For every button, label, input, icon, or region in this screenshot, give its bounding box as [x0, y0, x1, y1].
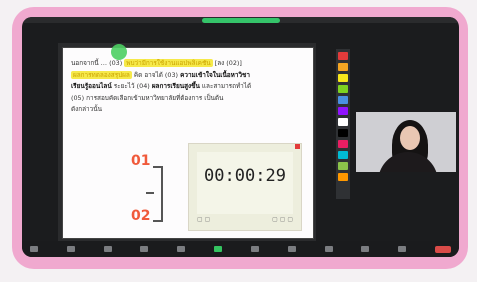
top-strip: [22, 17, 459, 23]
security-button[interactable]: [103, 246, 112, 252]
bracket-tick: [146, 192, 154, 194]
palette-swatch[interactable]: [338, 85, 348, 93]
palette-swatch[interactable]: [338, 129, 348, 137]
timer-display: 00:00:29: [197, 152, 293, 214]
palette-swatch[interactable]: [338, 96, 348, 104]
slide-line-1-end: [ลง (02)]: [214, 59, 242, 67]
slide-line-2: คิด อาจได้ (03): [133, 70, 179, 79]
highlight-1: พบว่ามีการใช้งานแอปพลิเคชัน: [124, 59, 213, 67]
mute-button[interactable]: [30, 246, 38, 252]
slide-line-3-bold: เรียนรู้ออนไลน์: [71, 82, 112, 90]
timer-widget[interactable]: 00:00:29 ▢ ▢ ▢ ▢ ▢: [188, 143, 302, 231]
timer-control-left-icon[interactable]: ▢ ▢: [197, 216, 210, 226]
palette-swatch[interactable]: [338, 74, 348, 82]
slide-line-3-end: และสามารถทำได้: [201, 82, 252, 90]
slide-line-3-bold-2: ผลการเรียนสูงขึ้น: [151, 82, 200, 90]
color-palette[interactable]: [336, 49, 350, 199]
palette-swatch[interactable]: [338, 118, 348, 126]
palette-swatch[interactable]: [338, 151, 348, 159]
timer-time: 00:00:29: [204, 166, 286, 186]
video-button[interactable]: [66, 246, 75, 252]
participant-video[interactable]: [356, 112, 456, 172]
participant-face: [400, 126, 420, 150]
whiteboard-button[interactable]: [361, 246, 370, 252]
shared-slide: นอกจากนี้ … (03) พบว่ามีการใช้งานแอปพลิเ…: [62, 44, 314, 239]
slide-text: นอกจากนี้ … (03) พบว่ามีการใช้งานแอปพลิเ…: [71, 58, 307, 116]
record-button[interactable]: [250, 246, 259, 252]
timer-control-right-icon[interactable]: ▢ ▢ ▢: [272, 216, 293, 226]
share-button[interactable]: [214, 246, 223, 252]
slide-line-5: ดังกล่าวนั้น: [71, 105, 102, 113]
end-meeting-button[interactable]: [434, 245, 451, 253]
apps-button[interactable]: [324, 246, 333, 252]
slide-line-4: (05) การสอบคัดเลือกเข้ามหาวิทยาลัยที่ต้อ…: [71, 93, 224, 102]
label-02: 02: [131, 208, 151, 224]
palette-swatch[interactable]: [338, 52, 348, 60]
bracket: [153, 166, 163, 222]
chat-button[interactable]: [177, 246, 186, 252]
slide-line-1: นอกจากนี้ … (03): [71, 59, 123, 67]
palette-swatch[interactable]: [338, 162, 348, 170]
palette-swatch[interactable]: [338, 107, 348, 115]
meeting-screen: นอกจากนี้ … (03) พบว่ามีการใช้งานแอปพลิเ…: [22, 17, 459, 257]
meeting-toolbar: [22, 241, 459, 257]
slide-line-2-bold: ความเข้าใจในเนื้อหาวิชา: [180, 70, 250, 79]
palette-swatch[interactable]: [338, 63, 348, 71]
palette-swatch[interactable]: [338, 173, 348, 181]
screen-share-indicator[interactable]: [202, 18, 280, 23]
participants-button[interactable]: [140, 246, 149, 252]
label-01: 01: [131, 153, 151, 169]
timer-controls[interactable]: ▢ ▢ ▢ ▢ ▢: [197, 216, 293, 226]
more-button[interactable]: [398, 246, 407, 252]
reactions-button[interactable]: [287, 246, 296, 252]
highlight-2: ผลการทดลองสรุปผล: [71, 70, 132, 79]
slide-line-3: ระยะไว้ (04): [113, 82, 150, 90]
palette-swatch[interactable]: [338, 140, 348, 148]
close-icon[interactable]: [295, 144, 300, 149]
